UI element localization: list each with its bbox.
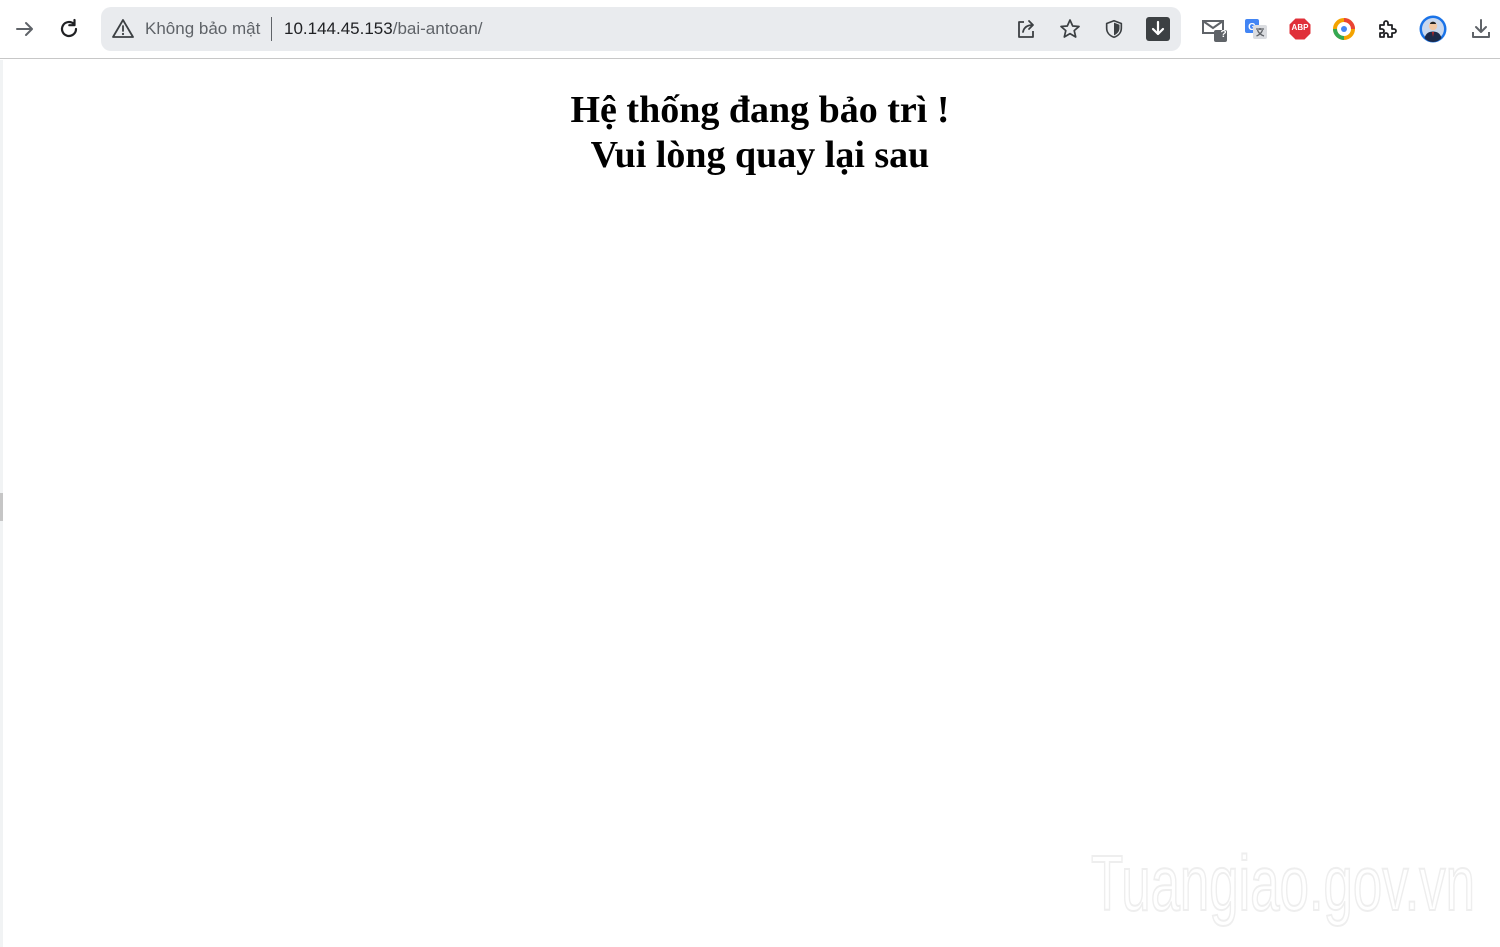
- puzzle-icon: [1379, 20, 1397, 38]
- download-extension-button[interactable]: [1143, 14, 1173, 44]
- shield-icon: [1105, 19, 1123, 39]
- bookmark-button[interactable]: [1055, 14, 1085, 44]
- translate-extension[interactable]: G: [1239, 12, 1273, 46]
- share-icon: [1018, 20, 1034, 38]
- adblock-label: ABP: [1291, 23, 1309, 32]
- extensions-menu-button[interactable]: [1371, 12, 1405, 46]
- share-button[interactable]: [1011, 14, 1041, 44]
- reload-button[interactable]: [52, 12, 86, 46]
- watermark-text: Tuangiao.gov.vn: [1091, 839, 1475, 927]
- security-status-label[interactable]: Không bảo mật: [145, 19, 260, 39]
- download-arrow-icon: [1146, 17, 1170, 41]
- arrow-right-icon: [16, 22, 33, 36]
- profile-button[interactable]: [1416, 12, 1450, 46]
- colorful-extension[interactable]: [1327, 12, 1361, 46]
- browser-toolbar: Không bảo mật 10.144.45.153/bai-antoan/: [0, 0, 1500, 59]
- maintenance-heading: Hệ thống đang bảo trì ! Vui lòng quay lạ…: [3, 88, 1500, 178]
- star-icon: [1060, 19, 1080, 38]
- google-translate-icon: G: [1245, 19, 1267, 39]
- url-text[interactable]: 10.144.45.153/bai-antoan/: [284, 19, 483, 39]
- downloads-button[interactable]: [1464, 12, 1498, 46]
- warning-triangle-icon[interactable]: [111, 17, 135, 41]
- address-bar[interactable]: Không bảo mật 10.144.45.153/bai-antoan/: [101, 7, 1181, 51]
- url-path: /bai-antoan/: [392, 19, 483, 38]
- avatar-icon: [1419, 15, 1447, 43]
- omnibox-divider: [271, 17, 272, 41]
- mail-badge: ?: [1220, 29, 1227, 40]
- downloads-icon: [1472, 19, 1490, 38]
- shield-extension-button[interactable]: [1099, 14, 1129, 44]
- circle-extension-icon: [1333, 18, 1355, 40]
- url-host: 10.144.45.153: [284, 19, 393, 38]
- adblock-extension[interactable]: ABP: [1283, 12, 1317, 46]
- maintenance-line-2: Vui lòng quay lại sau: [590, 134, 930, 176]
- maintenance-line-1: Hệ thống đang bảo trì !: [570, 89, 950, 131]
- reload-icon: [60, 18, 78, 38]
- mail-checker-extension[interactable]: ?: [1197, 12, 1231, 46]
- forward-button[interactable]: [8, 12, 42, 46]
- page-content: Hệ thống đang bảo trì ! Vui lòng quay lạ…: [3, 60, 1500, 947]
- watermark: Tuangiao.gov.vn: [1090, 838, 1476, 928]
